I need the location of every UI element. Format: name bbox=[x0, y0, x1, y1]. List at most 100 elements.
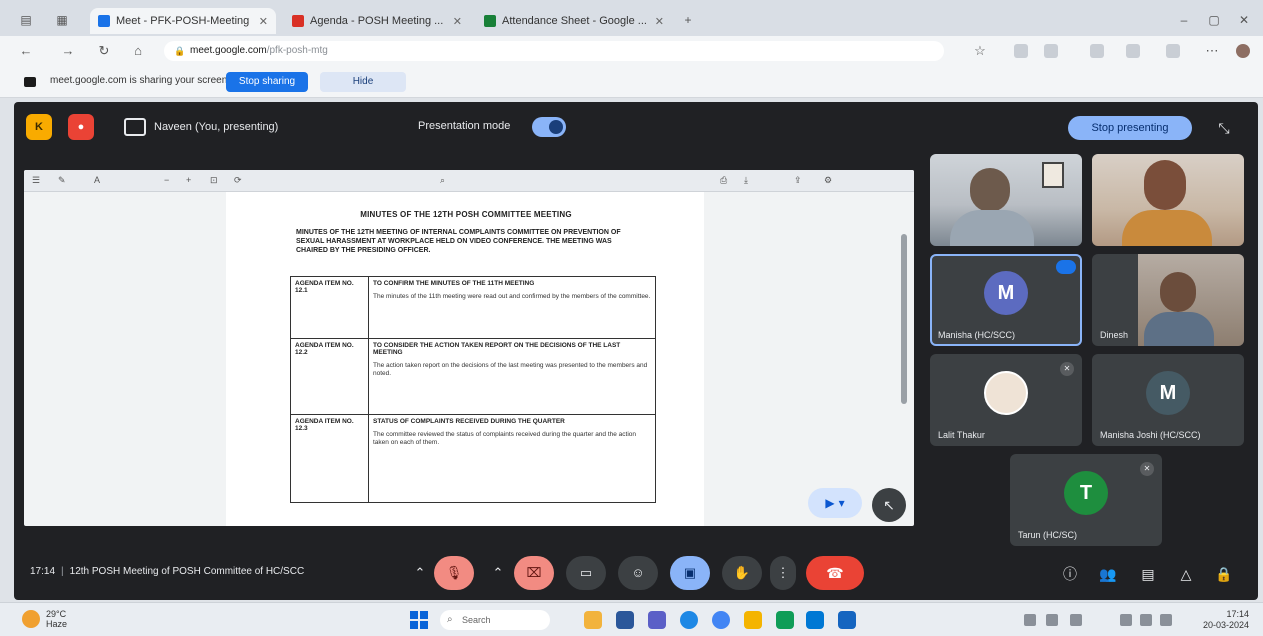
agenda-title: TO CONFIRM THE MINUTES OF THE 11TH MEETI… bbox=[373, 280, 535, 287]
settings-icon[interactable]: ⚙ bbox=[824, 175, 832, 186]
chat-icon[interactable]: ▤ bbox=[1138, 564, 1158, 584]
taskbar-app-icon[interactable] bbox=[838, 611, 856, 629]
presenting-text: Naveen (You, presenting) bbox=[154, 121, 279, 133]
save-icon[interactable]: ⤓ bbox=[744, 175, 748, 186]
host-controls-icon[interactable]: 🔒 bbox=[1214, 564, 1234, 584]
workspaces-icon[interactable]: ▦ bbox=[54, 14, 70, 26]
fit-page-icon[interactable]: ⊡ bbox=[210, 175, 218, 186]
stop-sharing-button[interactable]: Stop sharing bbox=[226, 72, 308, 92]
taskbar-app-icon[interactable] bbox=[806, 611, 824, 629]
end-call-button[interactable]: ☎ bbox=[806, 556, 864, 590]
captions-button[interactable]: ▭ bbox=[566, 556, 606, 590]
reload-icon[interactable]: ↻ bbox=[96, 43, 112, 59]
participant-tile[interactable] bbox=[930, 154, 1082, 246]
taskbar-app-icon[interactable] bbox=[616, 611, 634, 629]
info-icon[interactable]: ⓘ bbox=[1060, 564, 1080, 584]
mic-options-icon[interactable]: ⌃ bbox=[410, 556, 430, 590]
participant-tile[interactable] bbox=[1092, 154, 1244, 246]
meet-control-bar: 17:14 | 12th POSH Meeting of POSH Committe… bbox=[14, 548, 1258, 600]
close-tab-icon[interactable]: ✕ bbox=[453, 15, 462, 28]
meeting-time: 17:14 bbox=[30, 566, 56, 577]
draw-icon[interactable]: ✎ bbox=[58, 175, 66, 186]
home-icon[interactable]: ⌂ bbox=[130, 43, 146, 59]
tray-app-icon[interactable] bbox=[1046, 614, 1058, 626]
zoom-out-icon[interactable]: − bbox=[164, 175, 169, 185]
clock-time: 17:14 bbox=[1226, 609, 1249, 619]
maximize-icon[interactable]: ▢ bbox=[1206, 14, 1222, 26]
text-icon[interactable]: A bbox=[94, 175, 100, 185]
back-icon[interactable]: ← bbox=[18, 43, 34, 59]
start-button[interactable] bbox=[410, 611, 428, 629]
minimize-icon[interactable]: – bbox=[1176, 14, 1192, 26]
taskbar-app-icon[interactable] bbox=[776, 611, 794, 629]
search-icon[interactable]: ⌕ bbox=[440, 175, 445, 186]
taskbar-search[interactable]: ⌕ Search bbox=[440, 610, 550, 630]
reactions-button[interactable]: ▶ ▾ bbox=[808, 488, 862, 518]
close-tab-icon[interactable]: ✕ bbox=[655, 15, 664, 28]
recording-icon[interactable]: ● bbox=[68, 114, 94, 140]
raise-hand-button[interactable]: ✋ bbox=[722, 556, 762, 590]
battery-icon[interactable] bbox=[1160, 614, 1172, 626]
participant-name: Manisha Joshi (HC/SCC) bbox=[1100, 430, 1201, 440]
weather-widget[interactable]: 29°C Haze bbox=[22, 609, 67, 629]
hide-button[interactable]: Hide bbox=[320, 72, 406, 92]
zoom-in-icon[interactable]: + bbox=[186, 175, 191, 185]
clock[interactable]: 17:14 20-03-2024 bbox=[1203, 609, 1249, 631]
chrome-icon[interactable] bbox=[712, 611, 730, 629]
tab-agenda[interactable]: Agenda - POSH Meeting ... ✕ bbox=[284, 8, 470, 34]
present-button[interactable]: ▣ bbox=[670, 556, 710, 590]
extension-icon[interactable] bbox=[1014, 44, 1028, 58]
address-bar[interactable]: 🔒 meet.google.com/pfk-posh-mtg bbox=[164, 41, 944, 61]
tray-chevron-icon[interactable] bbox=[1024, 614, 1036, 626]
presentation-mode-toggle[interactable] bbox=[532, 117, 566, 137]
edge-icon[interactable] bbox=[680, 611, 698, 629]
close-tab-icon[interactable]: ✕ bbox=[259, 15, 268, 28]
bookmark-star-icon[interactable]: ☆ bbox=[972, 43, 988, 59]
camera-options-icon[interactable]: ⌃ bbox=[488, 556, 508, 590]
pointer-button[interactable]: ↖ bbox=[872, 488, 906, 522]
wifi-icon[interactable] bbox=[1120, 614, 1132, 626]
avatar: T bbox=[1064, 470, 1108, 515]
tray-app-icon[interactable] bbox=[1070, 614, 1082, 626]
stop-presenting-button[interactable]: Stop presenting bbox=[1068, 116, 1192, 140]
volume-icon[interactable] bbox=[1140, 614, 1152, 626]
favorites-icon[interactable] bbox=[1126, 44, 1140, 58]
teams-icon[interactable] bbox=[648, 611, 666, 629]
collections-icon[interactable] bbox=[1166, 44, 1180, 58]
share-icon[interactable]: ⇪ bbox=[794, 175, 802, 186]
emoji-button[interactable]: ☺ bbox=[618, 556, 658, 590]
participant-tile[interactable]: ✕ T Tarun (HC/SC) bbox=[1010, 454, 1162, 546]
collapse-icon[interactable]: ⤡ bbox=[1216, 120, 1232, 136]
close-window-icon[interactable]: ✕ bbox=[1236, 14, 1252, 26]
activities-icon[interactable]: △ bbox=[1176, 564, 1196, 584]
camera-off-button[interactable]: ⌧ bbox=[514, 556, 554, 590]
more-menu-icon[interactable]: ⋯ bbox=[1204, 43, 1220, 59]
meeting-title: 12th POSH Meeting of POSH Committee of H… bbox=[69, 566, 305, 577]
participant-tile[interactable]: ✕ Lalit Thakur bbox=[930, 354, 1082, 446]
tab-meet[interactable]: Meet - PFK-POSH-Meeting ✕ bbox=[90, 8, 276, 34]
mic-off-button[interactable]: 🎙 bbox=[434, 556, 474, 590]
menu-icon[interactable]: ☰ bbox=[32, 175, 40, 186]
participant-tile[interactable]: M Manisha (HC/SCC) bbox=[930, 254, 1082, 346]
participant-tile[interactable]: M Manisha Joshi (HC/SCC) bbox=[1092, 354, 1244, 446]
extension-icon[interactable] bbox=[1044, 44, 1058, 58]
rotate-icon[interactable]: ⟳ bbox=[234, 175, 242, 186]
url-path: /pfk-posh-mtg bbox=[266, 45, 328, 56]
forward-icon[interactable]: → bbox=[60, 43, 76, 59]
taskbar: 29°C Haze ⌕ Search 17:14 20-03-2024 bbox=[0, 602, 1263, 636]
meet-favicon-icon bbox=[98, 15, 110, 27]
file-explorer-icon[interactable] bbox=[584, 611, 602, 629]
profile-avatar[interactable] bbox=[1236, 44, 1250, 58]
wall-frame bbox=[1042, 162, 1064, 188]
print-icon[interactable]: ⎙ bbox=[720, 175, 727, 186]
taskbar-app-icon[interactable] bbox=[744, 611, 762, 629]
tab-attendance[interactable]: Attendance Sheet - Google ... ✕ bbox=[476, 8, 672, 34]
new-tab-icon[interactable]: + bbox=[680, 14, 696, 26]
scrollbar-thumb[interactable] bbox=[901, 234, 907, 404]
split-screen-icon[interactable] bbox=[1090, 44, 1104, 58]
participant-tile[interactable]: Dinesh bbox=[1092, 254, 1244, 346]
more-options-button[interactable]: ⋮ bbox=[770, 556, 796, 590]
tab-actions-icon[interactable]: ▤ bbox=[18, 14, 34, 26]
document-scrollbar[interactable] bbox=[900, 194, 908, 514]
people-icon[interactable]: 👥 bbox=[1098, 564, 1118, 584]
